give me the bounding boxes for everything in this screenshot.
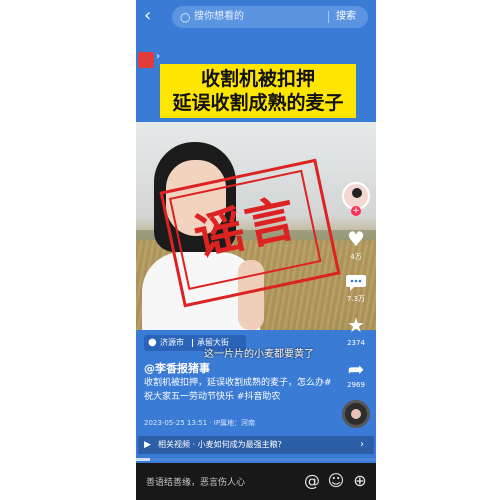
back-arrow-icon[interactable]: ‹	[144, 6, 162, 26]
author-name[interactable]: @李香报猪事	[144, 360, 210, 376]
play-icon: ▶	[144, 440, 151, 450]
headline-line-1: 收割机被扣押	[200, 68, 315, 90]
chevron-right-icon: ›	[156, 51, 160, 62]
comment-input[interactable]: 善语结善缘，恶言伤人心	[146, 475, 245, 488]
favorite-count: 2374	[347, 339, 365, 347]
comment-bar: 善语结善缘，恶言伤人心 @ ☺ ⊕	[136, 463, 376, 500]
search-box[interactable]: ○ 搜你想看的 搜索	[172, 6, 368, 28]
add-icon[interactable]: ⊕	[350, 471, 370, 491]
related-video-text: 相关视频 · 小麦如何成为最强主粮?	[158, 440, 282, 449]
share-icon[interactable]: ➦	[344, 358, 368, 380]
video-progress-bar[interactable]	[136, 458, 376, 461]
music-disc[interactable]	[342, 400, 370, 428]
video-caption: 这一片片的小麦都要黄了	[204, 349, 314, 360]
headline-line-2: 延误收割成熟的麦子	[172, 92, 344, 114]
emoji-icon[interactable]: ☺	[326, 471, 346, 491]
heart-icon[interactable]: ♥	[344, 228, 368, 250]
like-count: 4万	[350, 253, 362, 261]
post-description: 收割机被扣押，延误收割成熟的麦子，怎么办#祝大家五一劳动节快乐 #抖音助农	[144, 378, 332, 402]
follow-plus-icon[interactable]: +	[351, 206, 361, 216]
chevron-right-icon: ›	[360, 439, 364, 450]
location-city: 济源市	[160, 338, 184, 347]
search-button[interactable]: 搜索	[336, 9, 356, 25]
share-count: 2969	[347, 381, 365, 389]
at-icon[interactable]: @	[302, 471, 322, 491]
related-video-bar[interactable]: ▶ 相关视频 · 小麦如何成为最强主粮? ›	[138, 436, 374, 454]
location-pin-icon: ●	[148, 337, 157, 348]
search-divider	[328, 11, 329, 23]
star-icon[interactable]: ★	[344, 314, 368, 336]
live-tag-icon[interactable]	[138, 52, 154, 68]
video-screen: ‹ ○ 搜你想看的 搜索 › 收割机被扣押 延误收割成熟的麦子 谣言 + ♥ 4…	[136, 0, 376, 500]
comment-icon[interactable]	[344, 272, 368, 294]
location-divider	[192, 339, 193, 347]
comment-count: 7.3万	[346, 295, 366, 303]
post-date: 2023-05-25 13:51 · IP属地：河南	[144, 419, 256, 427]
video-headline: 收割机被扣押 延误收割成熟的麦子	[160, 64, 356, 118]
search-input[interactable]: 搜你想看的	[194, 9, 244, 25]
progress-fill	[136, 458, 151, 461]
top-bar: ‹ ○ 搜你想看的 搜索	[136, 0, 376, 34]
action-rail: + ♥ 4万 7.3万 ★ 2374 ➦ 2969	[338, 180, 374, 430]
